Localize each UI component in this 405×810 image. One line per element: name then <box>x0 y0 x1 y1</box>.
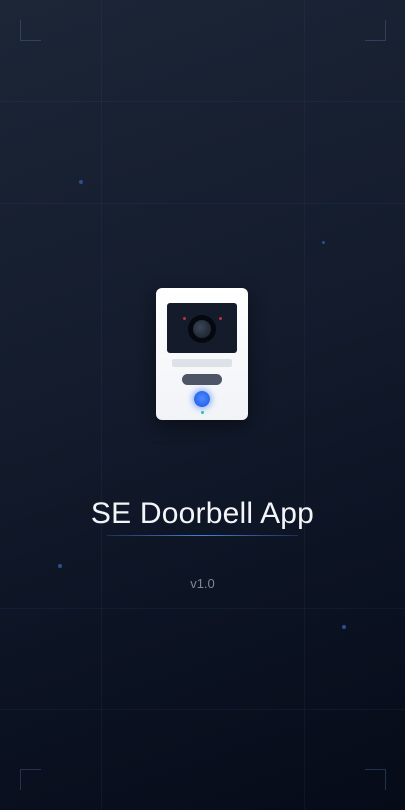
grid-line <box>0 203 405 204</box>
grid-line <box>0 608 405 609</box>
particle-dot <box>58 564 62 568</box>
particle-dot <box>342 625 346 629</box>
lens-glass <box>193 320 211 338</box>
title-underline <box>107 535 298 536</box>
ring-button-icon <box>194 391 210 407</box>
grid-line <box>0 101 405 102</box>
speaker-grille <box>172 359 232 367</box>
corner-bracket-top-left <box>20 20 41 41</box>
corner-bracket-bottom-right <box>365 769 386 790</box>
status-led <box>201 411 204 414</box>
version-label: v1.0 <box>190 576 215 591</box>
corner-bracket-top-right <box>365 20 386 41</box>
ir-led <box>183 317 186 320</box>
camera-panel <box>167 303 237 353</box>
grid-line <box>304 0 305 810</box>
particle-dot <box>322 241 325 244</box>
ir-led <box>219 317 222 320</box>
camera-lens-icon <box>188 315 216 343</box>
app-title: SE Doorbell App <box>90 497 315 530</box>
splash-screen: SE Doorbell App v1.0 <box>0 0 405 810</box>
grid-line <box>0 709 405 710</box>
doorbell-icon <box>156 288 248 420</box>
particle-dot <box>79 180 83 184</box>
grid-line <box>101 0 102 810</box>
motion-sensor <box>182 374 222 385</box>
corner-bracket-bottom-left <box>20 769 41 790</box>
